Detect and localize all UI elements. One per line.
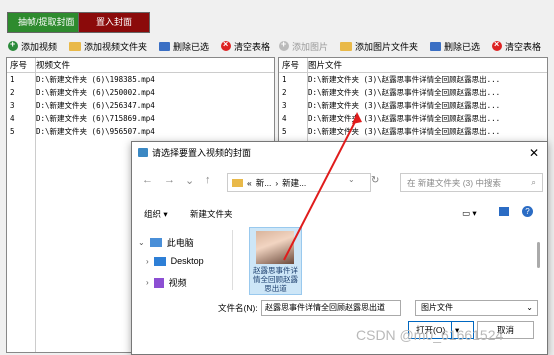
help-icon[interactable]: ?	[522, 206, 533, 217]
open-file-dialog: 请选择要置入视频的封面 ✕ ← → ⌄ ↑ « 新... › 新建... ⌄ ↻…	[131, 141, 548, 355]
search-input[interactable]: 在 新建文件夹 (3) 中搜索 ⌕	[400, 173, 543, 192]
add-image-button[interactable]: 添加图片	[279, 39, 328, 53]
chevron-down-icon: ⌄	[138, 238, 145, 247]
dialog-title: 请选择要置入视频的封面	[152, 148, 252, 158]
tab-extract-cover[interactable]: 抽帧/提取封面	[7, 12, 86, 33]
chevron-down-icon[interactable]: ⌄	[185, 174, 194, 187]
filename-label: 文件名(N):	[218, 303, 258, 313]
new-folder-button[interactable]: 新建文件夹	[190, 208, 233, 220]
delete-icon	[430, 41, 442, 51]
folder-icon	[232, 178, 243, 187]
add-circle-icon	[8, 39, 18, 51]
nav-item-desktop[interactable]: › Desktop	[146, 256, 204, 266]
filename-row: 文件名(N): 赵露思事件详情全回顾赵露思出道 图片文件 ⌄	[132, 300, 547, 316]
image-thumbnail	[256, 231, 294, 264]
table-row[interactable]: 3 D:\新建文件夹 (6)\256347.mp4	[7, 99, 274, 112]
table-row[interactable]: 1 D:\新建文件夹 (3)\赵露思事件详情全回顾赵露思出...	[279, 73, 547, 86]
view-icon[interactable]: ▭ ▾	[462, 208, 477, 219]
nav-item-this-pc[interactable]: ⌄ 此电脑	[138, 236, 194, 249]
back-icon[interactable]: ←	[142, 174, 153, 186]
video-icon	[153, 277, 164, 288]
filename-input[interactable]: 赵露思事件详情全回顾赵露思出道	[261, 300, 401, 316]
file-type-select[interactable]: 图片文件 ⌄	[415, 300, 538, 316]
clear-icon	[492, 39, 503, 51]
add-image-folder-button[interactable]: 添加图片文件夹	[340, 40, 418, 53]
chevron-right-icon: ›	[146, 278, 149, 287]
left-toolbar: 添加视频 添加视频文件夹 删除已选 清空表格	[8, 37, 270, 55]
right-toolbar: 添加图片 添加图片文件夹 删除已选 清空表格	[279, 37, 541, 55]
scrollbar[interactable]	[536, 230, 542, 290]
folder-icon	[69, 41, 82, 51]
desktop-icon	[153, 256, 166, 266]
nav-item-videos[interactable]: › 视频	[146, 276, 187, 289]
chevron-down-icon: ⌄	[526, 303, 533, 312]
organize-menu[interactable]: 组织 ▾	[144, 208, 168, 220]
up-icon[interactable]: ↑	[205, 174, 211, 186]
navigation-bar: ← → ⌄ ↑ « 新... › 新建... ⌄ ↻ 在 新建文件夹 (3) 中…	[132, 169, 547, 195]
close-button[interactable]: ✕	[529, 142, 539, 164]
table-row[interactable]: 4 D:\新建文件夹 (3)\赵露思事件详情全回顾赵露思出...	[279, 112, 547, 125]
table-row[interactable]: 5 D:\新建文件夹 (3)\赵露思事件详情全回顾赵露思出...	[279, 125, 547, 138]
file-item[interactable]: 赵露思事件详情全回顾赵露思出道	[249, 227, 302, 295]
table-row[interactable]: 2 D:\新建文件夹 (3)\赵露思事件详情全回顾赵露思出...	[279, 86, 547, 99]
table-header: 序号 视频文件	[7, 58, 274, 73]
add-video-button[interactable]: 添加视频	[8, 39, 57, 53]
table-row[interactable]: 2 D:\新建文件夹 (6)\250002.mp4	[7, 86, 274, 99]
delete-selected-video-button[interactable]: 删除已选	[159, 40, 209, 53]
clear-icon	[221, 39, 232, 51]
delete-selected-image-button[interactable]: 删除已选	[430, 40, 480, 53]
clear-video-table-button[interactable]: 清空表格	[221, 39, 270, 53]
preview-pane-icon[interactable]	[499, 207, 509, 216]
command-bar: 组织 ▾ 新建文件夹 ▭ ▾ ?	[132, 204, 547, 222]
folder-icon	[340, 41, 353, 51]
delete-icon	[159, 41, 171, 51]
table-header: 序号 图片文件	[279, 58, 547, 73]
add-circle-icon	[279, 39, 289, 51]
watermark: CSDN @m0_61661524	[356, 327, 504, 343]
navigation-pane: ⌄ 此电脑 › Desktop › 视频	[132, 230, 230, 300]
table-row[interactable]: 5 D:\新建文件夹 (6)\956507.mp4	[7, 125, 274, 138]
refresh-icon[interactable]: ↻	[371, 175, 379, 186]
search-icon: ⌕	[531, 177, 536, 187]
table-row[interactable]: 1 D:\新建文件夹 (6)\198385.mp4	[7, 73, 274, 86]
file-name: 赵露思事件详情全回顾赵露思出道	[253, 266, 298, 293]
tab-insert-cover[interactable]: 置入封面	[78, 12, 150, 33]
forward-icon[interactable]: →	[164, 174, 175, 186]
chevron-right-icon: ›	[146, 256, 149, 266]
table-row[interactable]: 3 D:\新建文件夹 (3)\赵露思事件详情全回顾赵露思出...	[279, 99, 547, 112]
clear-image-table-button[interactable]: 清空表格	[492, 39, 541, 53]
chevron-down-icon[interactable]: ⌄	[348, 175, 355, 184]
dialog-titlebar: 请选择要置入视频的封面 ✕	[132, 142, 547, 164]
computer-icon	[149, 238, 162, 247]
table-row[interactable]: 4 D:\新建文件夹 (6)\715869.mp4	[7, 112, 274, 125]
add-video-folder-button[interactable]: 添加视频文件夹	[69, 40, 147, 53]
image-icon	[138, 148, 148, 157]
